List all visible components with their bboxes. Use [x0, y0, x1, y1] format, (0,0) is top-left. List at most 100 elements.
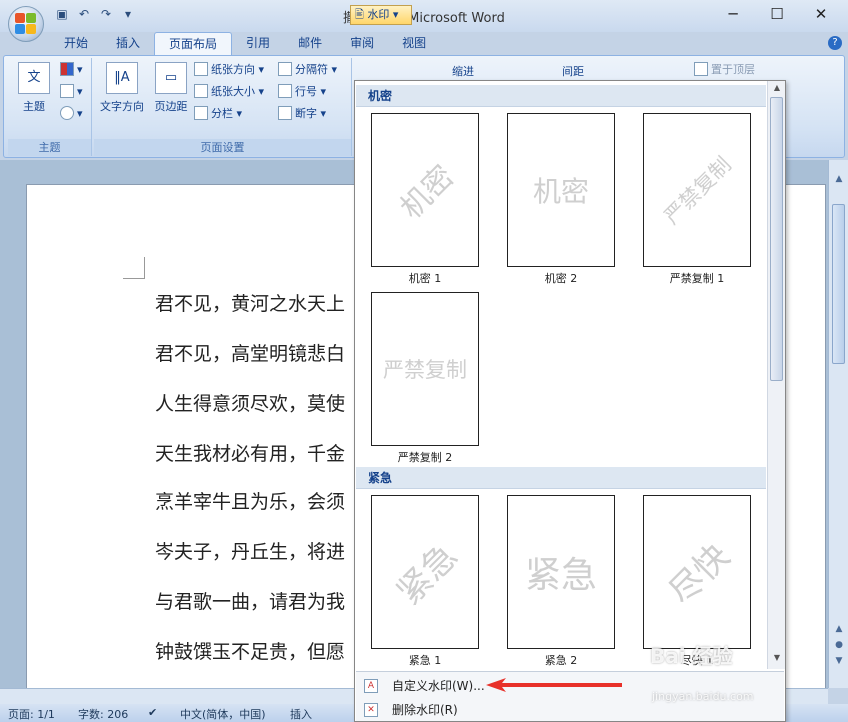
watermark-caption: 机密 2 [544, 272, 578, 285]
line-numbers-icon [278, 84, 292, 98]
help-icon[interactable]: ? [828, 36, 842, 50]
vertical-scrollbar[interactable]: ▲ ▲ ● ▼ [828, 160, 848, 688]
columns-button[interactable]: 分栏 ▾ [194, 104, 242, 124]
scroll-down-page-icon[interactable]: ▼ [831, 656, 847, 670]
status-mode[interactable]: 插入 [290, 706, 312, 722]
status-language[interactable]: 中文(简体，中国) [180, 706, 266, 722]
tab-mailings[interactable]: 邮件 [284, 32, 336, 56]
poem-line-5[interactable]: 烹羊宰牛且为乐，会须 [155, 487, 345, 514]
gallery-scroll-down-icon[interactable]: ▼ [770, 653, 784, 667]
gallery-scroll-up-icon[interactable]: ▲ [770, 83, 784, 97]
page-setup-group: ‖A 文字方向 ▭ 页边距 纸张方向 ▾ 纸张大小 ▾ 分栏 ▾ 分隔符 ▾ 行… [94, 58, 352, 156]
size-label: 纸张大小 [211, 85, 255, 98]
poem-line-1[interactable]: 君不见，黄河之水天上 [155, 289, 345, 316]
theme-effects-button[interactable]: ▾ [60, 104, 83, 124]
red-arrow-annotation [486, 678, 622, 692]
watermark-caption: 紧急 1 [408, 654, 442, 667]
proofing-icon[interactable]: ✔ [148, 706, 157, 719]
watermark-option[interactable]: 严禁复制 严禁复制 1 [642, 113, 752, 286]
fonts-icon [60, 84, 74, 98]
tab-page-layout[interactable]: 页面布局 [154, 32, 233, 56]
poem-line-2[interactable]: 君不见，高堂明镜悲白 [155, 339, 345, 366]
orientation-label: 纸张方向 [211, 63, 255, 76]
gallery-scrollbar[interactable]: ▲ ▼ [767, 81, 785, 669]
hyphenation-label: 断字 [295, 107, 317, 120]
baidu-logo: Bai 经验 [650, 644, 733, 668]
theme-group-label: 主题 [8, 139, 91, 156]
select-browse-icon[interactable]: ● [831, 640, 847, 654]
poem-line-6[interactable]: 岑夫子，丹丘生，将进 [155, 537, 345, 564]
line-numbers-label: 行号 [295, 85, 317, 98]
scroll-thumb[interactable] [832, 204, 845, 364]
status-page[interactable]: 页面: 1/1 [8, 706, 55, 722]
ribbon-tabs: 开始 插入 页面布局 引用 邮件 审阅 视图 [50, 32, 440, 56]
baidu-url: jingyan.baidu.com [652, 690, 754, 703]
columns-icon [194, 106, 208, 120]
title-bar: ▣ ↶ ↷ ▾ 撒撩人生 - Microsoft Word ─ ☐ ✕ [0, 0, 848, 42]
remove-watermark-icon: ✕ [364, 703, 378, 717]
orientation-button[interactable]: 纸张方向 ▾ [194, 60, 264, 80]
bring-front-label: 置于顶层 [711, 63, 755, 76]
watermark-option[interactable]: 机密 机密 2 [506, 113, 616, 286]
theme-colors-button[interactable]: ▾ [60, 60, 83, 80]
theme-group: 文 主题 ▾ ▾ ▾ 主题 [8, 58, 92, 156]
tab-references[interactable]: 引用 [232, 32, 284, 56]
watermark-option[interactable]: 严禁复制 严禁复制 2 [370, 292, 480, 465]
poem-line-7[interactable]: 与君歌一曲，请君为我 [155, 587, 345, 614]
hyphenation-button[interactable]: 断字 ▾ [278, 104, 326, 124]
bring-front-button[interactable]: 置于顶层 [694, 60, 755, 80]
poem-line-3[interactable]: 人生得意须尽欢，莫使 [155, 389, 345, 416]
theme-fonts-button[interactable]: ▾ [60, 82, 83, 102]
gallery-scroll-thumb[interactable] [770, 97, 783, 381]
hyphenation-icon [278, 106, 292, 120]
indent-label: 缩进 [452, 65, 474, 78]
section-header-urgent: 紧急 [356, 467, 766, 489]
watermark-thumbnail: 严禁复制 [371, 292, 479, 446]
breaks-label: 分隔符 [295, 63, 328, 76]
poem-line-4[interactable]: 天生我材必有用，千金 [155, 439, 345, 466]
watermark-caption: 严禁复制 2 [397, 451, 453, 464]
margins-button[interactable]: ▭ 页边距 [150, 62, 192, 114]
tab-home[interactable]: 开始 [50, 32, 102, 56]
breaks-button[interactable]: 分隔符 ▾ [278, 60, 337, 80]
scroll-up-icon[interactable]: ▲ [831, 174, 847, 188]
watermark-thumbnail: 机密 [507, 113, 615, 267]
maximize-button[interactable]: ☐ [754, 0, 800, 28]
colors-icon [60, 62, 74, 76]
watermark-label: 水印 [367, 8, 390, 21]
watermark-preview-text: 紧急 [389, 536, 466, 613]
status-words[interactable]: 字数: 206 [78, 706, 128, 722]
watermark-preview-text: 紧急 [524, 555, 598, 596]
watermark-option[interactable]: 紧急 紧急 1 [370, 495, 480, 668]
watermark-thumbnail: 紧急 [371, 495, 479, 649]
watermark-thumbnail: 尽快 [643, 495, 751, 649]
size-button[interactable]: 纸张大小 ▾ [194, 82, 264, 102]
custom-watermark-icon: A [364, 679, 378, 693]
theme-button[interactable]: 文 主题 [14, 62, 54, 114]
text-direction-icon: ‖A [106, 62, 138, 94]
office-logo-icon [15, 13, 37, 35]
line-numbers-button[interactable]: 行号 ▾ [278, 82, 326, 102]
watermark-gallery: 机密 机密 机密 1 机密 机密 2 严禁复制 严禁复制 1 严禁复制 严禁复制… [354, 80, 786, 722]
watermark-icon: 🖹 [355, 8, 364, 21]
tab-insert[interactable]: 插入 [102, 32, 154, 56]
tab-view[interactable]: 视图 [388, 32, 440, 56]
columns-label: 分栏 [211, 107, 233, 120]
watermark-option[interactable]: 机密 机密 1 [370, 113, 480, 286]
close-button[interactable]: ✕ [798, 0, 844, 28]
margin-corner-mark [123, 257, 145, 279]
theme-button-label: 主题 [23, 100, 45, 113]
effects-icon [60, 106, 74, 120]
breaks-icon [278, 62, 292, 76]
text-direction-button[interactable]: ‖A 文字方向 [96, 62, 148, 114]
office-button[interactable] [8, 6, 44, 42]
scroll-up-page-icon[interactable]: ▲ [831, 624, 847, 638]
watermark-option[interactable]: 紧急 紧急 2 [506, 495, 616, 668]
minimize-button[interactable]: ─ [710, 0, 756, 28]
watermark-button[interactable]: 🖹 水印 ▾ [350, 5, 412, 25]
theme-icon: 文 [18, 62, 50, 94]
poem-line-8[interactable]: 钟鼓馔玉不足贵，但愿 [155, 637, 345, 664]
margins-label: 页边距 [154, 100, 188, 113]
tab-review[interactable]: 审阅 [336, 32, 388, 56]
watermark-caption: 机密 1 [408, 272, 442, 285]
